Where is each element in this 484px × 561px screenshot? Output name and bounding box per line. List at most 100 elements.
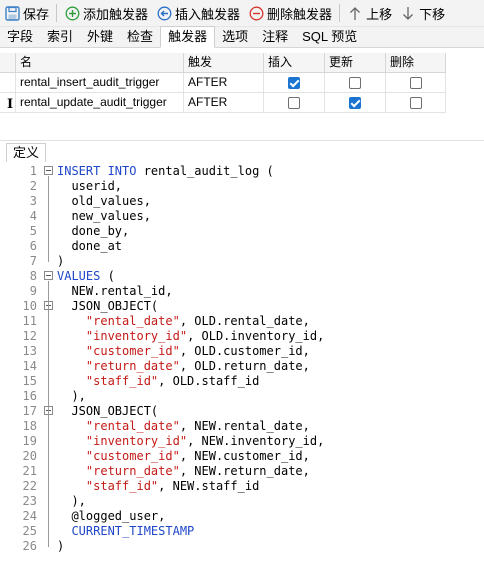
- save-label: 保存: [23, 6, 50, 22]
- code-line: 21 "return_date", NEW.return_date,: [0, 464, 484, 479]
- fold-toggle-icon[interactable]: [44, 271, 53, 280]
- line-number: 4: [29, 209, 37, 223]
- code-line: 10 JSON_OBJECT(: [0, 299, 484, 314]
- code-line: 14 "return_date", OLD.return_date,: [0, 359, 484, 374]
- add-trigger-button[interactable]: 添加触发器: [60, 1, 152, 25]
- line-number: 20: [22, 449, 37, 463]
- code-text: INSERT INTO rental_audit_log (: [57, 164, 274, 178]
- toolbar-divider: [339, 4, 341, 22]
- line-number: 7: [29, 254, 37, 268]
- code-text: new_values,: [57, 209, 151, 223]
- insert-checkbox[interactable]: [288, 77, 300, 89]
- delete-checkbox[interactable]: [410, 97, 422, 109]
- code-line: 22 "staff_id", NEW.staff_id: [0, 479, 484, 494]
- line-number: 25: [22, 524, 37, 538]
- move-down-button[interactable]: 下移: [396, 1, 449, 25]
- header-fire[interactable]: 触发: [184, 53, 264, 73]
- code-text: "rental_date", NEW.rental_date,: [85, 419, 310, 433]
- code-text: "staff_id", OLD.staff_id: [85, 374, 260, 388]
- header-insert[interactable]: 插入: [264, 53, 325, 73]
- add-trigger-label: 添加触发器: [83, 6, 149, 22]
- code-line: 26): [0, 539, 484, 554]
- code-text: "return_date", OLD.return_date,: [85, 359, 310, 373]
- tab-foreign-keys[interactable]: 外键: [80, 27, 120, 47]
- minus-circle-icon: [248, 5, 264, 21]
- update-checkbox[interactable]: [349, 97, 361, 109]
- tab-fields[interactable]: 字段: [0, 27, 40, 47]
- code-line: 9 NEW.rental_id,: [0, 284, 484, 299]
- update-checkbox[interactable]: [349, 77, 361, 89]
- tab-sql-preview[interactable]: SQL 预览: [295, 27, 364, 47]
- trigger-fire-cell[interactable]: AFTER: [184, 93, 264, 113]
- code-line: 2 userid,: [0, 179, 484, 194]
- code-text: "inventory_id", NEW.inventory_id,: [85, 434, 325, 448]
- line-number: 8: [29, 269, 37, 283]
- delete-trigger-button[interactable]: 删除触发器: [244, 1, 336, 25]
- fold-toggle-icon[interactable]: [44, 166, 53, 175]
- line-number: 18: [22, 419, 37, 433]
- arrow-up-icon: [347, 5, 363, 21]
- insert-cell: [264, 73, 325, 93]
- code-text: old_values,: [57, 194, 151, 208]
- line-number: 22: [22, 479, 37, 493]
- header-update[interactable]: 更新: [325, 53, 386, 73]
- arrow-left-circle-icon: [156, 5, 172, 21]
- code-line: 12 "inventory_id", OLD.inventory_id,: [0, 329, 484, 344]
- insert-trigger-label: 插入触发器: [175, 6, 241, 22]
- delete-checkbox[interactable]: [410, 77, 422, 89]
- line-number: 3: [29, 194, 37, 208]
- line-number: 23: [22, 494, 37, 508]
- code-line: 4 new_values,: [0, 209, 484, 224]
- code-line: 5 done_by,: [0, 224, 484, 239]
- update-cell: [325, 93, 386, 113]
- code-text: done_by,: [57, 224, 130, 238]
- code-text: ),: [57, 494, 86, 508]
- code-text: JSON_OBJECT(: [57, 404, 159, 418]
- line-number: 1: [29, 164, 37, 178]
- trigger-fire-cell[interactable]: AFTER: [184, 73, 264, 93]
- code-text: VALUES (: [57, 269, 115, 283]
- sql-editor[interactable]: 1 INSERT INTO rental_audit_log (2 userid,…: [0, 164, 484, 560]
- trigger-name-cell[interactable]: rental_insert_audit_trigger: [16, 73, 184, 93]
- move-up-button[interactable]: 上移: [343, 1, 396, 25]
- save-button[interactable]: 保存: [0, 1, 53, 25]
- delete-cell: [386, 73, 446, 93]
- line-number: 9: [29, 284, 37, 298]
- table-row[interactable]: rental_update_audit_trigger AFTER: [0, 93, 484, 113]
- line-number: 6: [29, 239, 37, 253]
- code-text: "inventory_id", OLD.inventory_id,: [85, 329, 325, 343]
- move-down-label: 下移: [419, 6, 446, 22]
- code-text: NEW.rental_id,: [57, 284, 173, 298]
- code-line: 15 "staff_id", OLD.staff_id: [0, 374, 484, 389]
- insert-checkbox[interactable]: [288, 97, 300, 109]
- insert-trigger-button[interactable]: 插入触发器: [152, 1, 244, 25]
- line-number: 5: [29, 224, 37, 238]
- code-text: userid,: [57, 179, 123, 193]
- fold-guide: [48, 176, 49, 262]
- line-number: 12: [22, 329, 37, 343]
- tab-options[interactable]: 选项: [215, 27, 255, 47]
- code-line: 13 "customer_id", OLD.customer_id,: [0, 344, 484, 359]
- tab-indexes[interactable]: 索引: [40, 27, 80, 47]
- line-number: 16: [22, 389, 37, 403]
- tab-comments[interactable]: 注释: [255, 27, 295, 47]
- code-text: CURRENT_TIMESTAMP: [71, 524, 195, 538]
- code-line: 23 ),: [0, 494, 484, 509]
- tab-bar: 字段 索引 外键 检查 触发器 选项 注释 SQL 预览: [0, 26, 484, 48]
- tab-checks[interactable]: 检查: [120, 27, 160, 47]
- line-number: 19: [22, 434, 37, 448]
- code-line: 1 INSERT INTO rental_audit_log (: [0, 164, 484, 179]
- code-line: 8 VALUES (: [0, 269, 484, 284]
- code-text: "staff_id", NEW.staff_id: [85, 479, 260, 493]
- code-text: "rental_date", OLD.rental_date,: [85, 314, 310, 328]
- tab-definition[interactable]: 定义: [6, 143, 47, 162]
- delete-trigger-label: 删除触发器: [267, 6, 333, 22]
- tab-triggers[interactable]: 触发器: [160, 26, 216, 48]
- line-number: 2: [29, 179, 37, 193]
- code-text: ): [57, 539, 65, 553]
- header-name[interactable]: 名: [16, 53, 184, 73]
- table-row[interactable]: rental_insert_audit_trigger AFTER: [0, 73, 484, 93]
- trigger-name-cell[interactable]: rental_update_audit_trigger: [16, 93, 184, 113]
- row-indicator: [0, 73, 16, 93]
- header-delete[interactable]: 删除: [386, 53, 446, 73]
